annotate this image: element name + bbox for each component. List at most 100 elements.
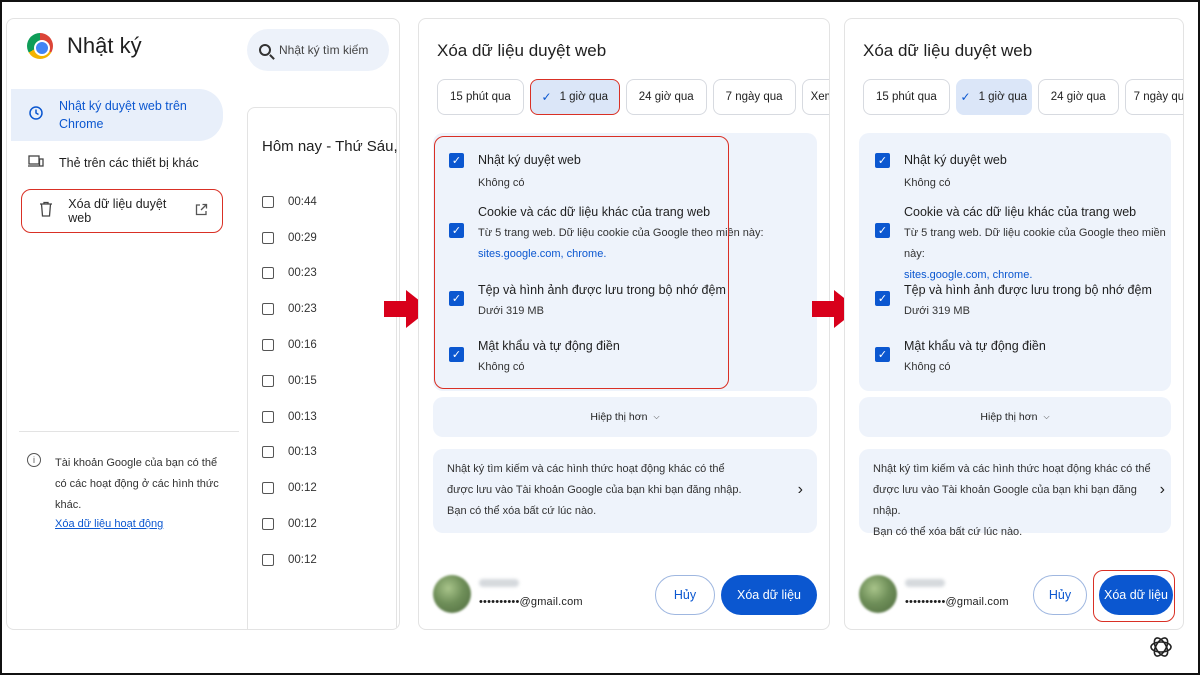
sidebar-item-clear-browsing-data[interactable]: Xóa dữ liệu duyệt web xyxy=(21,189,223,233)
checkbox[interactable] xyxy=(262,267,274,280)
checkbox[interactable] xyxy=(262,303,274,316)
history-entry-time: 00:13 xyxy=(288,410,317,423)
chip-1-hour[interactable]: ✓ 1 giờ qua xyxy=(529,79,620,115)
sidebar-item-other-devices[interactable]: Thẻ trên các thiết bị khác xyxy=(11,141,223,185)
checkbox-checked-icon[interactable]: ✓ xyxy=(875,291,890,306)
cookie-sites-link[interactable]: sites.google.com, chrome. xyxy=(904,269,1032,281)
history-entry-time: 00:12 xyxy=(288,518,317,531)
history-entry[interactable]: 00:29 xyxy=(262,220,317,256)
option-browsing-history[interactable]: ✓ Nhật ký duyệt web Không có xyxy=(875,153,1007,194)
history-date-heading: Hôm nay - Thứ Sáu, xyxy=(262,138,398,155)
cancel-button[interactable]: Hủy xyxy=(655,575,715,615)
sidebar-divider xyxy=(19,431,239,432)
checkbox[interactable] xyxy=(262,482,274,495)
time-range-chips: 15 phút qua ✓ 1 giờ qua 24 giờ qua 7 ngày… xyxy=(863,79,1183,115)
checkbox[interactable] xyxy=(262,374,274,387)
account-name-blurred xyxy=(479,579,519,587)
history-entry[interactable]: 00:13 xyxy=(262,399,317,435)
chevron-right-icon: › xyxy=(1159,481,1165,498)
trash-icon xyxy=(36,201,56,221)
checkbox[interactable] xyxy=(262,195,274,208)
history-entry-time: 00:23 xyxy=(288,267,317,280)
checkbox[interactable] xyxy=(262,231,274,244)
history-entry-time: 00:44 xyxy=(288,195,317,208)
sidebar-item-label: Nhật ký duyệt web trên Chrome xyxy=(59,99,187,131)
checkbox-checked-icon[interactable]: ✓ xyxy=(875,347,890,362)
checkbox-checked-icon[interactable]: ✓ xyxy=(875,153,890,168)
history-search-input[interactable]: Nhật ký tìm kiếm xyxy=(247,29,389,71)
info-icon: i xyxy=(27,453,41,467)
dialog-footer: ••••••••••@gmail.com Hủy Xóa dữ liệu xyxy=(433,573,817,617)
history-list-card: Hôm nay - Thứ Sáu, 00:44 00:29 00:23 00:23 0… xyxy=(247,107,398,629)
checkbox-checked-icon[interactable]: ✓ xyxy=(875,223,890,238)
app-header: Nhật ký xyxy=(27,33,142,59)
search-icon xyxy=(259,44,271,56)
chip-7-days[interactable]: 7 ngày qua xyxy=(712,79,796,115)
checkbox[interactable] xyxy=(262,410,274,423)
devices-icon xyxy=(25,154,47,172)
history-entry[interactable]: 00:12 xyxy=(262,542,317,578)
search-placeholder: Nhật ký tìm kiếm xyxy=(279,43,369,57)
chrome-logo-icon xyxy=(27,33,53,59)
sidebar-item-label: Xóa dữ liệu duyệt web xyxy=(68,197,167,225)
clear-data-dialog-after: Xóa dữ liệu duyệt web 15 phút qua ✓ 1 giờ… xyxy=(844,18,1184,630)
history-entry-time: 00:23 xyxy=(288,303,317,316)
checkbox[interactable] xyxy=(262,553,274,566)
logo-watermark-icon xyxy=(1150,637,1172,657)
sidebar-item-label: Thẻ trên các thiết bị khác xyxy=(59,156,199,170)
show-more-button[interactable]: Hiệp thị hơn ⌵ xyxy=(433,397,817,437)
data-type-options: ✓ Nhật ký duyệt web Không có ✓ Cookie và … xyxy=(859,133,1171,391)
chip-15-minutes[interactable]: 15 phút qua xyxy=(437,79,524,115)
cancel-button[interactable]: Hủy xyxy=(1033,575,1087,615)
dialog-title: Xóa dữ liệu duyệt web xyxy=(437,41,607,60)
external-link-icon xyxy=(195,203,208,219)
checkbox[interactable] xyxy=(262,518,274,531)
history-entry-time: 00:29 xyxy=(288,231,317,244)
sidebar-nav: Nhật ký duyệt web trên Chrome Thẻ trên c… xyxy=(11,89,223,233)
chip-more-dropdown[interactable]: Xem thêm▼ xyxy=(801,79,829,115)
history-entry[interactable]: 00:16 xyxy=(262,327,317,363)
check-icon: ✓ xyxy=(960,90,971,104)
sidebar-item-chrome-history[interactable]: Nhật ký duyệt web trên Chrome xyxy=(11,89,223,141)
account-name-blurred xyxy=(905,579,945,587)
history-entry[interactable]: 00:44 xyxy=(262,184,317,220)
chip-15-minutes[interactable]: 15 phút qua xyxy=(863,79,950,115)
history-entry[interactable]: 00:12 xyxy=(262,470,317,506)
history-entry[interactable]: 00:15 xyxy=(262,363,317,399)
checkbox[interactable] xyxy=(262,339,274,352)
checkbox[interactable] xyxy=(262,446,274,459)
history-entry[interactable]: 00:23 xyxy=(262,256,317,292)
history-entry[interactable]: 00:13 xyxy=(262,435,317,471)
account-notice[interactable]: Nhật ký tìm kiếm và các hình thức hoạt đ… xyxy=(433,449,817,533)
check-icon: ✓ xyxy=(541,90,552,104)
avatar xyxy=(433,575,471,613)
dialog-title: Xóa dữ liệu duyệt web xyxy=(863,41,1033,60)
chevron-right-icon: › xyxy=(797,481,803,498)
time-range-chips: 15 phút qua ✓ 1 giờ qua 24 giờ qua 7 ngày… xyxy=(437,79,829,115)
clear-activity-link[interactable]: Xóa dữ liệu hoạt động xyxy=(55,518,227,530)
option-cached-files[interactable]: ✓ Tệp và hình ảnh được lưu trong bộ nhớ … xyxy=(875,283,1152,322)
chip-24-hours[interactable]: 24 giờ qua xyxy=(625,79,707,115)
clear-button-highlight xyxy=(1093,570,1175,622)
account-notice[interactable]: Nhật ký tìm kiếm và các hình thức hoạt đ… xyxy=(859,449,1171,538)
chevron-down-icon: ⌵ xyxy=(653,412,660,421)
option-cookies[interactable]: ✓ Cookie và các dữ liệu khác của trang w… xyxy=(875,205,1171,286)
chevron-down-icon: ⌵ xyxy=(1043,412,1050,421)
show-more-button[interactable]: Hiệp thị hơn ⌵ xyxy=(859,397,1171,437)
history-page: Nhật ký Nhật ký tìm kiếm Nhật ký duyệt w… xyxy=(6,18,400,630)
history-entry-time: 00:16 xyxy=(288,339,317,352)
history-entry-time: 00:15 xyxy=(288,374,317,387)
chip-7-days-dropdown[interactable]: 7 ngày qua▼ xyxy=(1124,79,1183,115)
avatar xyxy=(859,575,897,613)
history-icon xyxy=(25,105,47,125)
page-title: Nhật ký xyxy=(67,33,142,58)
chip-1-hour[interactable]: ✓ 1 giờ qua xyxy=(955,79,1032,115)
clear-data-dialog-before: Xóa dữ liệu duyệt web 15 phút qua ✓ 1 giờ… xyxy=(418,18,830,630)
info-text: Tài khoản Google của bạn có thể có các h… xyxy=(55,457,219,511)
clear-data-button[interactable]: Xóa dữ liệu xyxy=(721,575,817,615)
history-entry[interactable]: 00:23 xyxy=(262,291,317,327)
history-list: 00:44 00:29 00:23 00:23 00:16 00:15 00:13 00:13… xyxy=(262,184,317,578)
history-entry[interactable]: 00:12 xyxy=(262,506,317,542)
chip-24-hours[interactable]: 24 giờ qua xyxy=(1037,79,1119,115)
option-passwords-autofill[interactable]: ✓ Mật khẩu và tự động điền Không có xyxy=(875,339,1046,378)
